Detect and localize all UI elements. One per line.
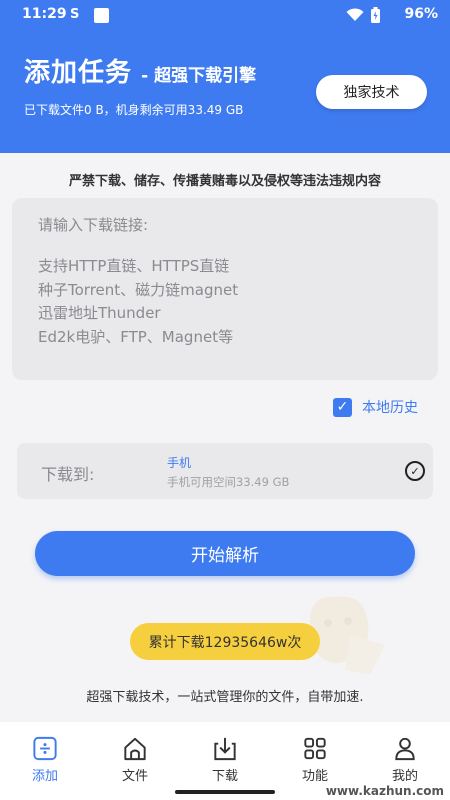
page-title: 添加任务 - 超强下载引擎 bbox=[24, 52, 256, 89]
legal-warning: 严禁下载、储存、传播黄赌毒以及侵权等违法违规内容 bbox=[68, 174, 381, 189]
add-box-icon bbox=[33, 736, 57, 761]
tagline: 超强下载技术，一站式管理你的文件，自带加速. bbox=[86, 690, 364, 705]
start-parse-button[interactable]: 开始解析 bbox=[35, 531, 415, 576]
destination-space: 手机可用空间33.49 GB bbox=[167, 475, 290, 489]
title-sub: - 超强下载引擎 bbox=[141, 66, 257, 86]
exclusive-tech-button[interactable]: 独家技术 bbox=[316, 75, 427, 109]
tab-label: 下载 bbox=[211, 769, 238, 784]
url-placeholder-line: 种子Torrent、磁力链magnet bbox=[38, 280, 239, 299]
status-time: 11:29 bbox=[22, 6, 67, 22]
battery-percent: 96% bbox=[404, 6, 438, 22]
local-history-label: 本地历史 bbox=[362, 400, 418, 416]
grid-icon bbox=[304, 737, 326, 760]
storage-info: 已下载文件0 B，机身剩余可用33.49 GB bbox=[24, 103, 244, 117]
tab-label: 添加 bbox=[31, 769, 58, 784]
title-main: 添加任务 bbox=[24, 58, 133, 88]
system-nav-bar: www.kazhun.com bbox=[0, 784, 450, 800]
download-destination-selector[interactable]: 下载到: 手机 手机可用空间33.49 GB ✓ bbox=[17, 443, 433, 499]
download-counter-badge: 累计下载12935646w次 bbox=[130, 623, 320, 660]
tab-label: 我的 bbox=[391, 769, 418, 784]
tab-features[interactable]: 功能 bbox=[270, 722, 360, 784]
notification-square-icon bbox=[94, 8, 109, 23]
home-icon bbox=[124, 737, 146, 761]
url-placeholder-line: 迅雷地址Thunder bbox=[38, 304, 161, 322]
home-handle[interactable] bbox=[175, 790, 275, 794]
status-bar: 11:29 S 96% bbox=[0, 0, 450, 30]
bottom-tab-bar: 添加 文件 下载 功能 我的 bbox=[0, 722, 450, 784]
selected-check-icon: ✓ bbox=[405, 461, 425, 481]
checkbox-checked-icon[interactable]: ✓ bbox=[333, 397, 352, 417]
carrier-s-icon: S bbox=[70, 7, 80, 22]
url-placeholder-title: 请输入下载链接: bbox=[38, 216, 149, 234]
tab-add[interactable]: 添加 bbox=[0, 722, 90, 784]
local-history-toggle[interactable]: ✓ 本地历史 bbox=[333, 397, 418, 417]
wifi-icon bbox=[346, 8, 364, 21]
tab-files[interactable]: 文件 bbox=[90, 722, 180, 784]
tab-label: 功能 bbox=[301, 769, 328, 784]
tab-label: 文件 bbox=[121, 769, 148, 784]
user-icon bbox=[395, 737, 415, 761]
destination-label: 下载到: bbox=[41, 465, 95, 484]
url-placeholder-line: Ed2k电驴、FTP、Magnet等 bbox=[38, 327, 234, 346]
battery-icon bbox=[371, 7, 380, 23]
tab-download[interactable]: 下载 bbox=[180, 722, 270, 784]
site-watermark: www.kazhun.com bbox=[325, 784, 444, 798]
header: 11:29 S 96% 添加任务 - 超强下载引擎 已下载文件0 B，机身剩余可… bbox=[0, 0, 450, 153]
tab-profile[interactable]: 我的 bbox=[360, 722, 450, 784]
destination-name: 手机 bbox=[167, 456, 192, 470]
url-placeholder-line: 支持HTTP直链、HTTPS直链 bbox=[38, 257, 230, 275]
download-icon bbox=[214, 737, 236, 761]
download-url-input[interactable]: 请输入下载链接: 支持HTTP直链、HTTPS直链 种子Torrent、磁力链m… bbox=[12, 198, 438, 380]
